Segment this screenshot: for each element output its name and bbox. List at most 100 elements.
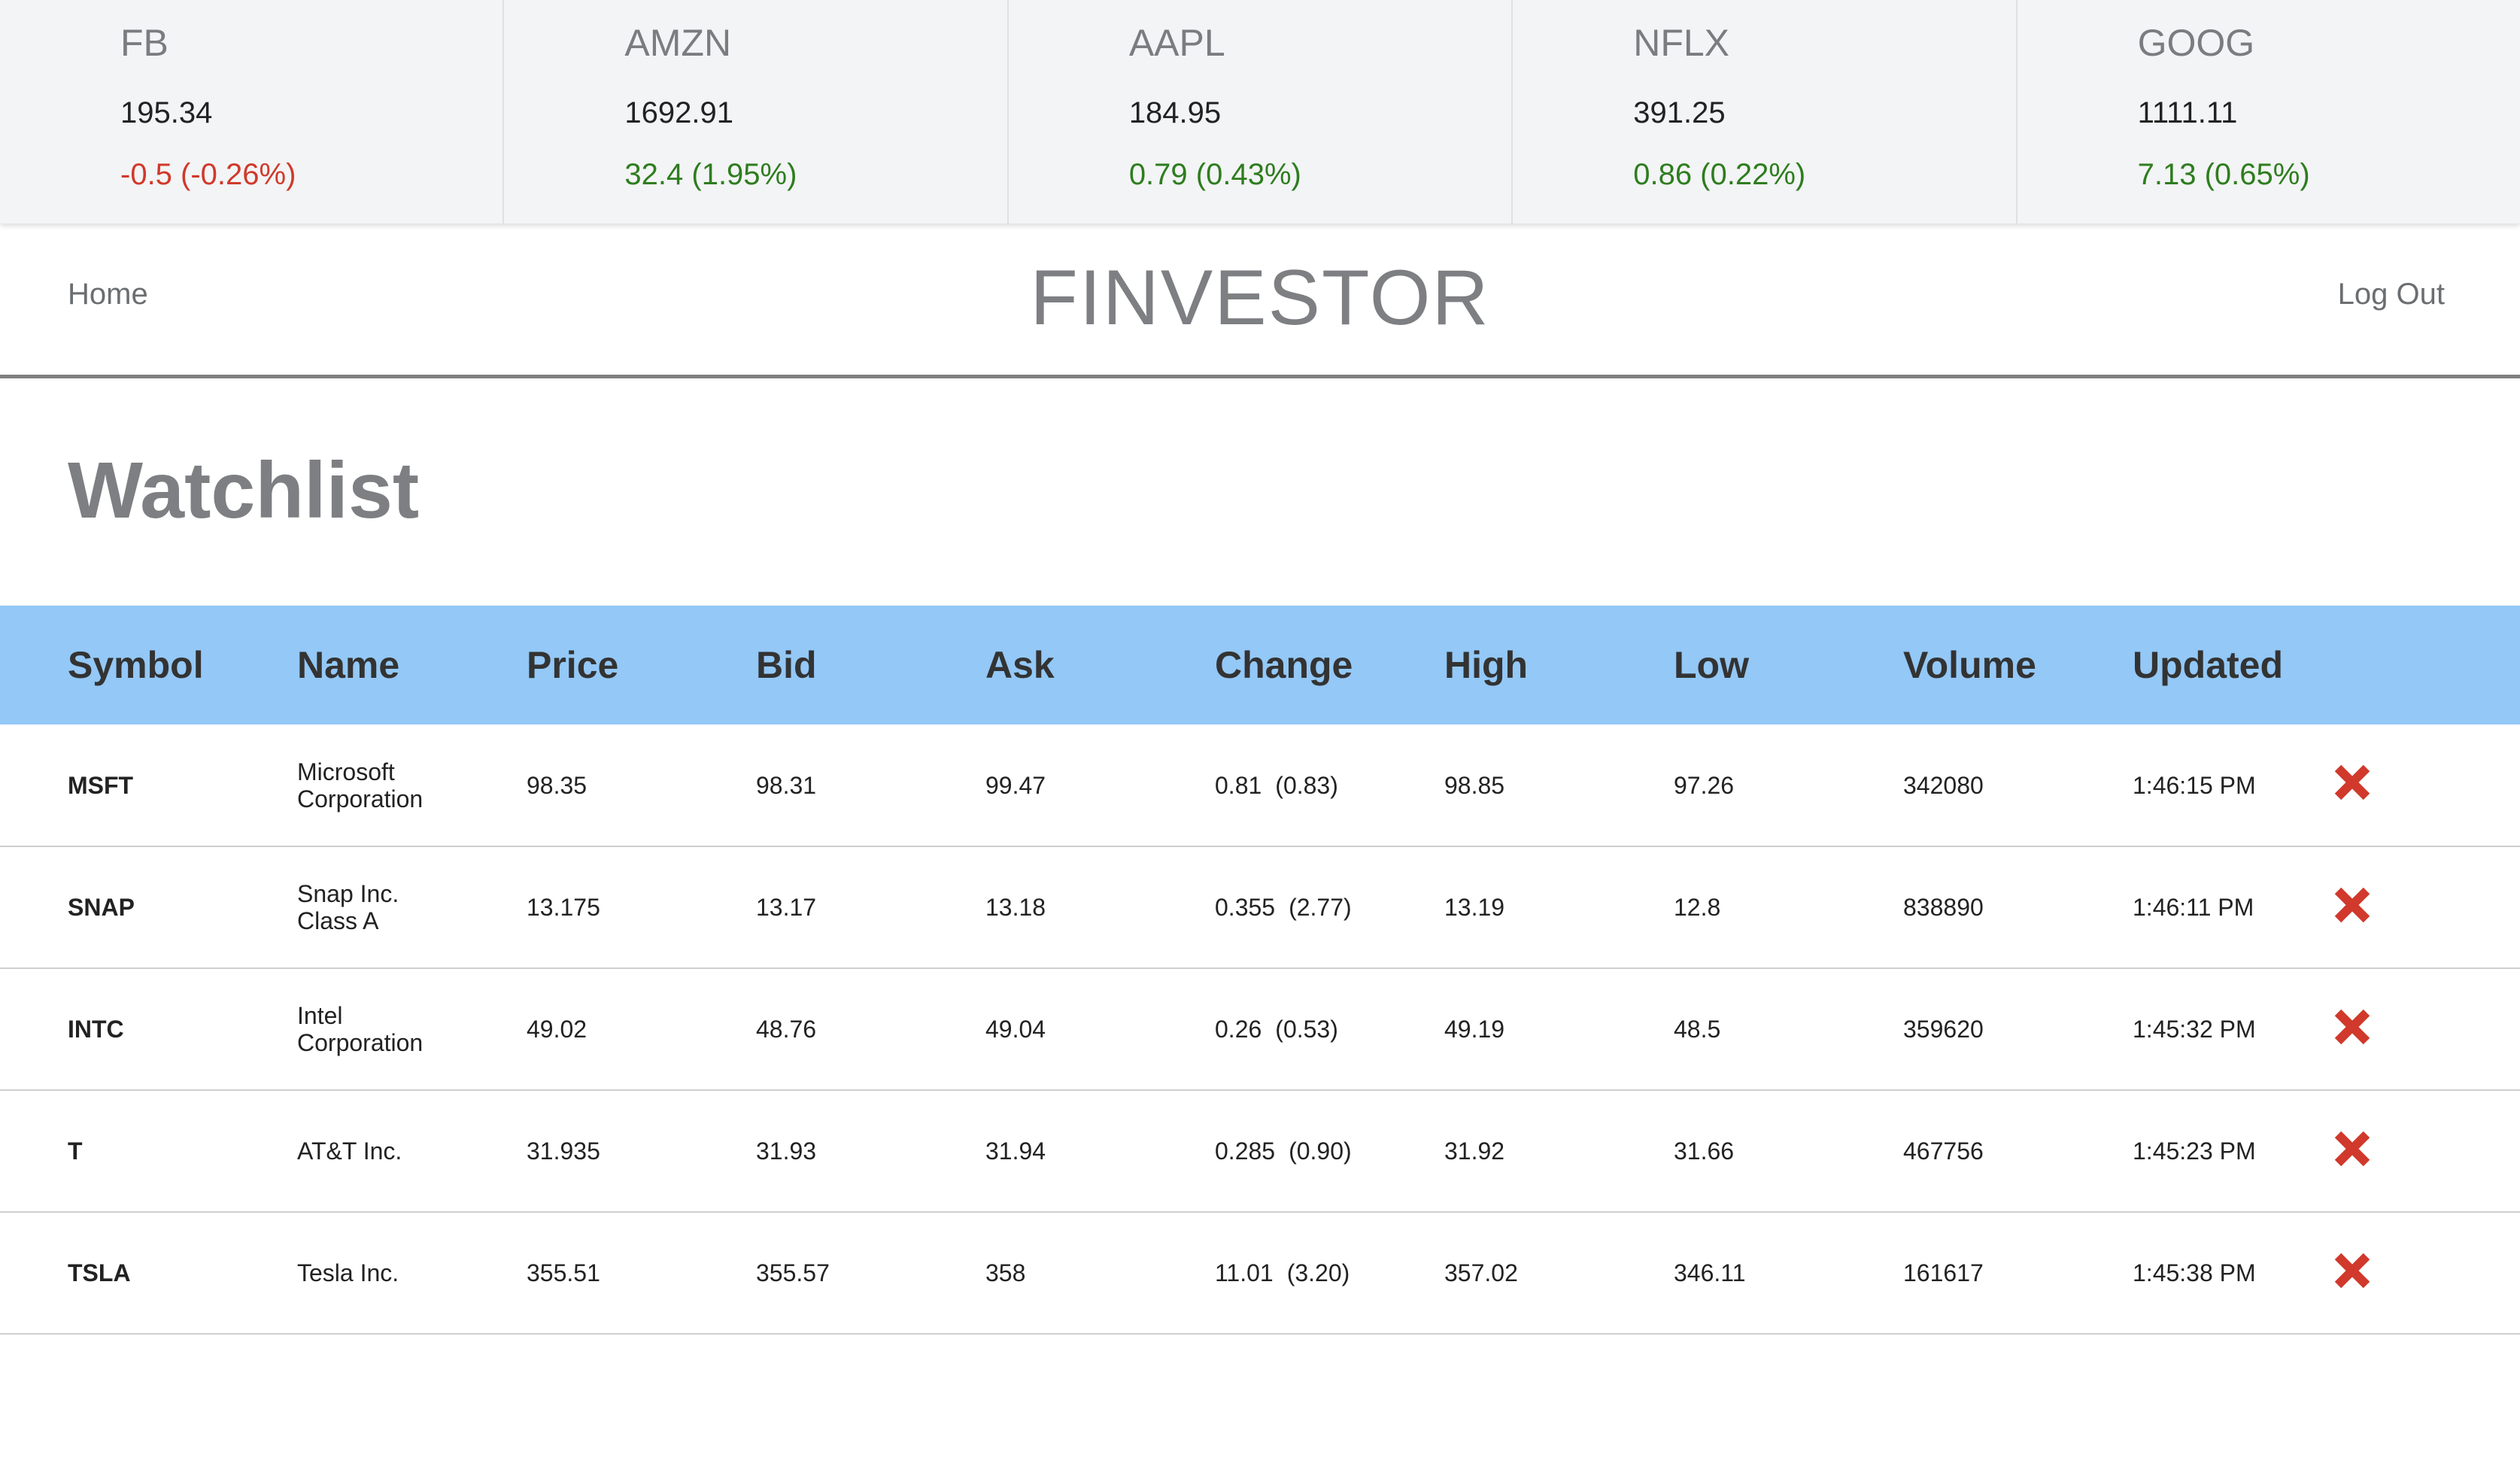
cell-updated: 1:45:38 PM [2065, 1212, 2294, 1335]
cell-price: 13.175 [459, 846, 688, 969]
ticker-price: 391.25 [1633, 96, 1726, 129]
cell-symbol: INTC [0, 968, 229, 1091]
cell-low: 31.66 [1606, 1090, 1835, 1213]
table-row[interactable]: MSFT Microsoft Corporation 98.35 98.31 99… [0, 724, 2520, 847]
ticker-bar: FB 195.34 -0.5 (-0.26%) AMZN 1692.91 32.… [0, 0, 2520, 223]
name-line: Corporation [297, 785, 424, 812]
cell-symbol: TSLA [0, 1212, 229, 1335]
remove-button[interactable] [2332, 885, 2373, 925]
table-row[interactable]: SNAP Snap Inc. Class A 13.175 13.17 13.18… [0, 846, 2520, 969]
table-row[interactable]: T AT&T Inc. 31.935 31.93 31.94 0.285 (0.9… [0, 1090, 2520, 1213]
cell-high: 49.19 [1377, 968, 1606, 1091]
close-x-icon [2334, 1131, 2370, 1166]
remove-button[interactable] [2332, 1250, 2373, 1291]
header-low[interactable]: Low [1606, 606, 1835, 724]
ticker-symbol: NFLX [1633, 22, 1730, 64]
cell-actions [2294, 724, 2520, 847]
cell-price: 31.935 [459, 1090, 688, 1213]
table-row[interactable]: TSLA Tesla Inc. 355.51 355.57 358 11.01 (… [0, 1212, 2520, 1335]
name-line: Class A [297, 907, 379, 934]
header-ask[interactable]: Ask [918, 606, 1147, 724]
ticker-change: 7.13 (0.65%) [2137, 158, 2310, 191]
change-value: 0.355 [1215, 894, 1276, 921]
name-line: Snap Inc. [297, 880, 399, 907]
ticker-card[interactable]: AAPL 184.95 0.79 (0.43%) [1009, 0, 1514, 223]
cell-actions [2294, 846, 2520, 969]
cell-updated: 1:45:23 PM [2065, 1090, 2294, 1213]
cell-name: Tesla Inc. [229, 1212, 459, 1335]
cell-ask: 358 [918, 1212, 1147, 1335]
brand-logo-text: FINVESTOR [1030, 254, 1490, 342]
cell-high: 31.92 [1377, 1090, 1606, 1213]
cell-volume: 838890 [1835, 846, 2065, 969]
cell-high: 357.02 [1377, 1212, 1606, 1335]
header-change[interactable]: Change [1147, 606, 1377, 724]
cell-change: 0.285 (0.90) [1147, 1090, 1377, 1213]
cell-symbol: MSFT [0, 724, 229, 847]
header-name[interactable]: Name [229, 606, 459, 724]
cell-ask: 49.04 [918, 968, 1147, 1091]
change-percent: (0.53) [1275, 1016, 1338, 1043]
cell-volume: 359620 [1835, 968, 2065, 1091]
cell-symbol: SNAP [0, 846, 229, 969]
cell-volume: 161617 [1835, 1212, 2065, 1335]
cell-change: 0.26 (0.53) [1147, 968, 1377, 1091]
cell-name: Snap Inc. Class A [229, 846, 459, 969]
remove-button[interactable] [2332, 762, 2373, 803]
ticker-card[interactable]: FB 195.34 -0.5 (-0.26%) [0, 0, 505, 223]
change-percent: (3.20) [1286, 1259, 1350, 1286]
header-volume[interactable]: Volume [1835, 606, 2065, 724]
watchlist-table: Symbol Name Price Bid Ask Change High Lo… [0, 606, 2520, 1335]
cell-bid: 98.31 [688, 724, 918, 847]
ticker-change: -0.5 (-0.26%) [120, 158, 296, 191]
header-price[interactable]: Price [459, 606, 688, 724]
cell-bid: 31.93 [688, 1090, 918, 1213]
change-percent: (0.83) [1275, 771, 1338, 799]
close-x-icon [2334, 764, 2370, 800]
ticker-symbol: AAPL [1128, 22, 1225, 64]
navbar: Home FINVESTOR Log Out [0, 223, 2520, 378]
ticker-card[interactable]: NFLX 391.25 0.86 (0.22%) [1513, 0, 2018, 223]
name-line: Intel [297, 1002, 343, 1029]
change-value: 0.26 [1215, 1016, 1262, 1043]
cell-low: 97.26 [1606, 724, 1835, 847]
cell-volume: 342080 [1835, 724, 2065, 847]
header-symbol[interactable]: Symbol [0, 606, 229, 724]
cell-high: 98.85 [1377, 724, 1606, 847]
header-updated[interactable]: Updated [2065, 606, 2294, 724]
cell-updated: 1:46:15 PM [2065, 724, 2294, 847]
cell-ask: 13.18 [918, 846, 1147, 969]
cell-symbol: T [0, 1090, 229, 1213]
cell-name: Intel Corporation [229, 968, 459, 1091]
close-x-icon [2334, 1009, 2370, 1044]
cell-actions [2294, 1212, 2520, 1335]
cell-low: 12.8 [1606, 846, 1835, 969]
cell-actions [2294, 1090, 2520, 1213]
ticker-card[interactable]: GOOG 1111.11 7.13 (0.65%) [2018, 0, 2520, 223]
ticker-card[interactable]: AMZN 1692.91 32.4 (1.95%) [504, 0, 1009, 223]
table-header: Symbol Name Price Bid Ask Change High Lo… [0, 606, 2520, 724]
name-line: Corporation [297, 1029, 424, 1056]
table-row[interactable]: INTC Intel Corporation 49.02 48.76 49.04 … [0, 968, 2520, 1091]
cell-name: Microsoft Corporation [229, 724, 459, 847]
header-bid[interactable]: Bid [688, 606, 918, 724]
cell-change: 11.01 (3.20) [1147, 1212, 1377, 1335]
cell-high: 13.19 [1377, 846, 1606, 969]
cell-updated: 1:45:32 PM [2065, 968, 2294, 1091]
header-high[interactable]: High [1377, 606, 1606, 724]
remove-button[interactable] [2332, 1007, 2373, 1047]
ticker-change: 0.79 (0.43%) [1128, 158, 1301, 191]
ticker-change: 0.86 (0.22%) [1633, 158, 1806, 191]
ticker-price: 195.34 [120, 96, 213, 129]
close-x-icon [2334, 1253, 2370, 1288]
table-body: MSFT Microsoft Corporation 98.35 98.31 99… [0, 724, 2520, 1335]
cell-price: 49.02 [459, 968, 688, 1091]
remove-button[interactable] [2332, 1128, 2373, 1169]
cell-volume: 467756 [1835, 1090, 2065, 1213]
ticker-symbol: FB [120, 22, 169, 64]
change-value: 0.285 [1215, 1137, 1276, 1165]
name-line: AT&T Inc. [297, 1137, 402, 1165]
cell-bid: 13.17 [688, 846, 918, 969]
cell-bid: 48.76 [688, 968, 918, 1091]
logout-link[interactable]: Log Out [2338, 278, 2445, 311]
